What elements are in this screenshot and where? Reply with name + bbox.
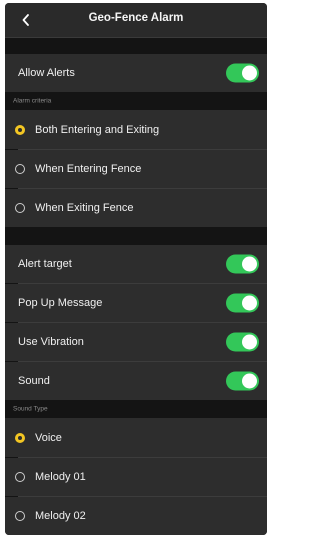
pop-up-message-label: Pop Up Message (18, 297, 103, 309)
allow-alerts-row: Allow Alerts (5, 54, 267, 92)
sound-row: Sound (5, 362, 267, 400)
pop-up-message-toggle[interactable] (226, 293, 259, 313)
alert-target-row: Alert target (5, 245, 267, 283)
geo-fence-alarm-screen: Geo-Fence Alarm Allow Alerts Alarm crite… (5, 3, 267, 535)
criteria-option-label: When Entering Fence (35, 163, 142, 175)
radio-dot (18, 127, 22, 132)
sound-option-label: Melody 02 (35, 510, 86, 522)
toggle-knob (242, 65, 257, 81)
alert-target-label: Alert target (18, 258, 72, 270)
criteria-option-both[interactable]: Both Entering and Exiting (5, 110, 267, 149)
criteria-option-entering[interactable]: When Entering Fence (5, 150, 267, 188)
toggle-knob (242, 256, 257, 272)
radio-unselected-icon (15, 203, 25, 213)
toggle-knob (242, 295, 257, 311)
criteria-option-label: Both Entering and Exiting (35, 123, 160, 136)
sound-option-label: Voice (35, 431, 62, 444)
sound-type-header-text: Sound Type (13, 405, 48, 413)
sound-label: Sound (18, 375, 50, 387)
radio-dot (18, 435, 22, 440)
use-vibration-toggle[interactable] (226, 332, 259, 352)
sound-toggle[interactable] (226, 371, 259, 391)
pop-up-message-row: Pop Up Message (5, 284, 267, 322)
criteria-option-label: When Exiting Fence (35, 202, 134, 214)
alarm-criteria-header-text: Alarm criteria (13, 97, 52, 105)
radio-unselected-icon (15, 472, 25, 482)
alert-target-toggle[interactable] (226, 254, 259, 274)
allow-alerts-toggle[interactable] (226, 63, 259, 83)
radio-selected-icon (15, 124, 25, 135)
criteria-option-exiting[interactable]: When Exiting Fence (5, 189, 267, 227)
sound-option-label: Melody 01 (35, 471, 86, 483)
use-vibration-row: Use Vibration (5, 323, 267, 361)
sound-option-melody-02[interactable]: Melody 02 (5, 497, 267, 535)
radio-selected-icon (15, 432, 25, 443)
toggle-knob (242, 334, 257, 350)
navigation-bar: Geo-Fence Alarm (5, 3, 267, 38)
use-vibration-label: Use Vibration (18, 336, 84, 348)
radio-unselected-icon (15, 511, 25, 521)
sound-option-melody-01[interactable]: Melody 01 (5, 458, 267, 496)
sound-option-voice[interactable]: Voice (5, 418, 267, 457)
radio-unselected-icon (15, 164, 25, 174)
alarm-criteria-header: Alarm criteria (5, 92, 267, 110)
toggle-knob (242, 373, 257, 389)
page-title: Geo-Fence Alarm (88, 12, 184, 24)
sound-type-header: Sound Type (5, 400, 267, 418)
allow-alerts-label: Allow Alerts (18, 67, 75, 79)
